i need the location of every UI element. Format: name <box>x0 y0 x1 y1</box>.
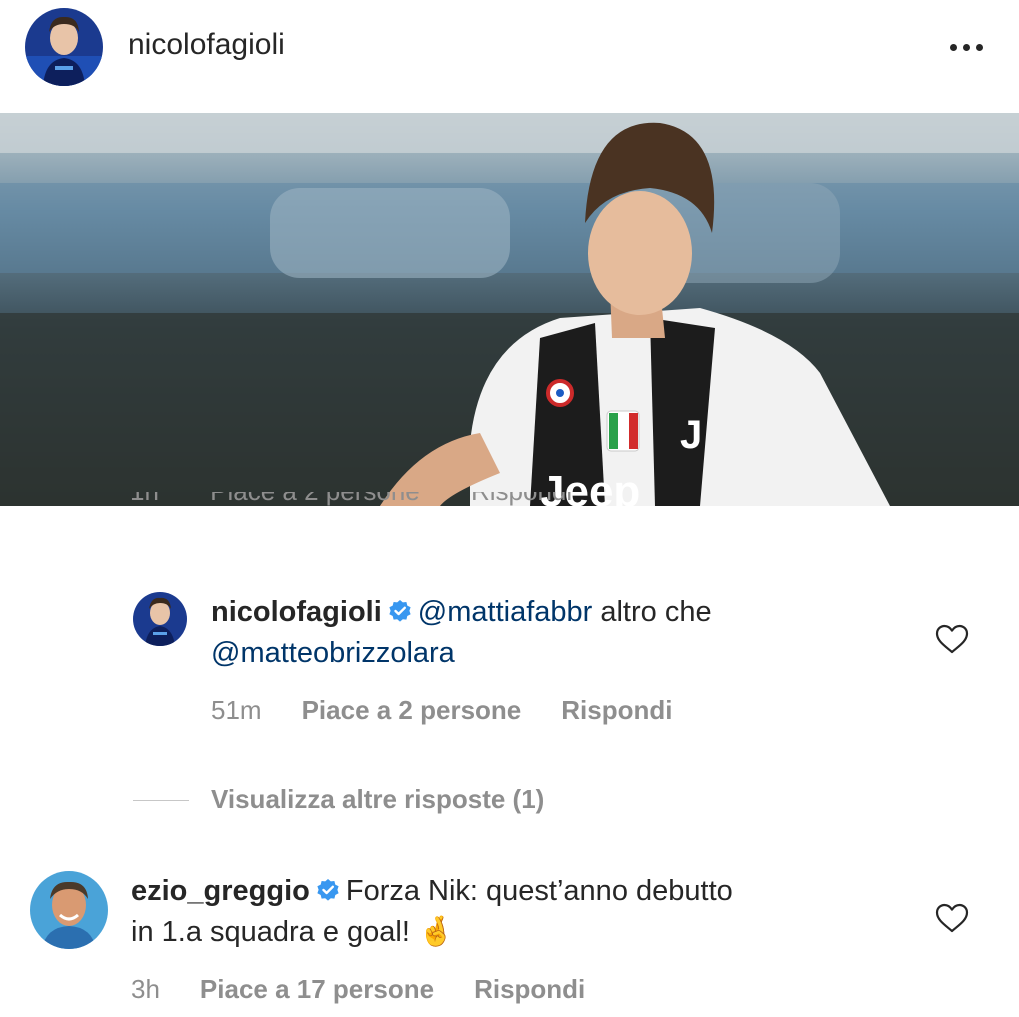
view-more-replies-button[interactable]: Visualizza altre risposte (1) <box>211 784 544 815</box>
comment-username[interactable]: nicolofagioli <box>211 596 382 628</box>
comment-text: Forza Nik: quest’anno debutto <box>345 875 733 907</box>
comment-meta: 3h Piace a 17 persone Rispondi <box>131 974 625 1005</box>
verified-badge-icon <box>389 600 411 622</box>
comment-text: in 1.a squadra e goal! <box>131 916 410 948</box>
divider-line <box>133 800 189 801</box>
comment-avatar[interactable] <box>133 592 187 646</box>
header-username[interactable]: nicolofagioli <box>128 28 285 62</box>
ghost-time: 1h <box>130 492 159 506</box>
svg-text:J: J <box>680 413 702 457</box>
reply-button[interactable]: Rispondi <box>561 695 672 725</box>
comment-time: 51m <box>211 695 262 725</box>
comment-meta: 51m Piace a 2 persone Rispondi <box>211 695 712 726</box>
crossed-fingers-emoji: 🤞 <box>418 916 455 948</box>
post-photo[interactable]: J Jeep <box>0 113 1019 506</box>
verified-badge-icon <box>317 879 339 901</box>
comment-avatar[interactable] <box>30 871 108 949</box>
ghost-likes: Piace a 2 persone <box>210 492 420 506</box>
ghost-reply: Rispondi <box>471 492 572 506</box>
reply-button[interactable]: Rispondi <box>474 974 585 1004</box>
header-avatar[interactable] <box>25 8 103 86</box>
ghost-meta-row: 1h Piace a 2 persone Rispondi <box>130 492 650 520</box>
heart-outline-icon[interactable] <box>935 903 969 933</box>
mention-link[interactable]: @mattiafabbr <box>418 596 593 628</box>
more-options-icon[interactable] <box>945 36 987 58</box>
likes-count[interactable]: Piace a 2 persone <box>302 695 522 725</box>
comment-text: altro che <box>592 596 712 628</box>
likes-count[interactable]: Piace a 17 persone <box>200 974 434 1004</box>
heart-outline-icon[interactable] <box>935 624 969 654</box>
comment-time: 3h <box>131 974 160 1004</box>
comment-username[interactable]: ezio_greggio <box>131 875 310 907</box>
comment-body: nicolofagioli @mattiafabbr altro che @mat… <box>211 592 911 674</box>
mention-link[interactable]: @matteobrizzolara <box>211 637 455 669</box>
comment-body: ezio_greggio Forza Nik: quest’anno debutt… <box>131 871 911 953</box>
